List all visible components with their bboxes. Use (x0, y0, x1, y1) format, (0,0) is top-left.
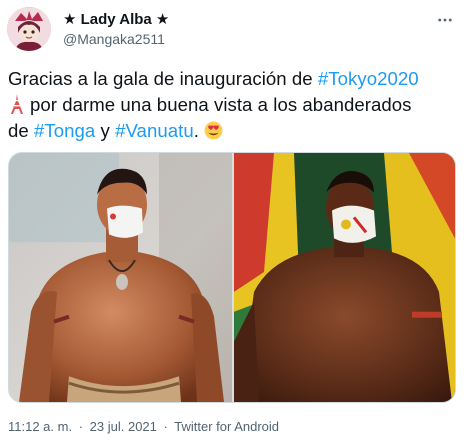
avatar[interactable] (7, 7, 51, 51)
heart-eyes-emoji-icon (204, 121, 223, 140)
tweet-text-segment: por darme una buena vista a los abandera… (30, 94, 412, 115)
tweet-text-line-3: de #Tonga y #Vanuatu. (8, 118, 460, 144)
meta-separator: · (78, 419, 84, 434)
tweet-date-link[interactable]: 23 jul. 2021 (90, 419, 157, 434)
tweet-media-grid[interactable] (8, 152, 456, 403)
tokyo-tower-icon (11, 94, 23, 114)
tweet-text-segment: . (193, 120, 205, 141)
hashtag-vanuatu-link[interactable]: #Vanuatu (115, 120, 194, 141)
more-options-button[interactable] (435, 10, 455, 30)
author-handle[interactable]: @Mangaka2511 (63, 30, 165, 48)
hashtag-tonga-link[interactable]: #Tonga (34, 120, 95, 141)
tweet-text-line-1: Gracias a la gala de inauguración de #To… (8, 66, 460, 92)
tweet-text-line-2: por darme una buena vista a los abandera… (8, 92, 460, 118)
tweet-source-link[interactable]: Twitter for Android (174, 419, 279, 434)
tweet-text: Gracias a la gala de inauguración de #To… (8, 66, 460, 144)
avatar-illustration (7, 7, 51, 51)
tweet-text-segment: y (95, 120, 116, 141)
author-display-name[interactable]: ★ Lady Alba ★ (63, 10, 169, 29)
tweet-metadata: 11:12 a. m. · 23 jul. 2021 · Twitter for… (8, 418, 282, 436)
tweet-card: ★ Lady Alba ★ @Mangaka2511 Gracias a la … (0, 0, 471, 448)
tweet-photo-vanuatu[interactable] (234, 153, 455, 402)
more-options-icon (438, 18, 452, 22)
vanuatu-flag-bearer-photo (234, 153, 455, 402)
tonga-flag-bearer-photo (9, 153, 232, 402)
meta-separator: · (163, 419, 168, 434)
tweet-time-link[interactable]: 11:12 a. m. (8, 419, 72, 434)
tweet-text-segment: Gracias a la gala de inauguración de (8, 68, 318, 89)
hashtag-tokyo2020-link[interactable]: #Tokyo2020 (318, 68, 419, 89)
tweet-photo-tonga[interactable] (9, 153, 232, 402)
tweet-text-segment: de (8, 120, 34, 141)
